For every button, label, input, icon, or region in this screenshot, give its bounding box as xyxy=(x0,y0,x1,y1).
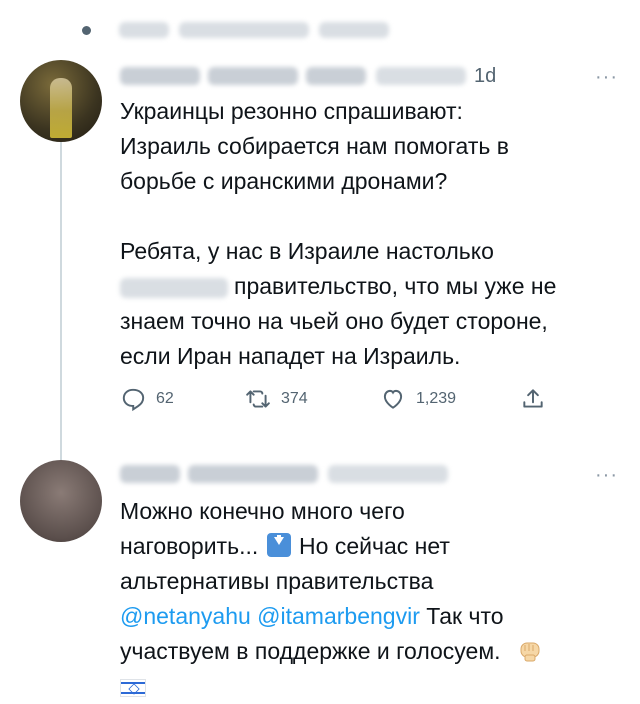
tweet-line: @netanyahu @itamarbengvir Так что xyxy=(120,599,620,634)
mention-link[interactable]: @itamarbengvir xyxy=(257,603,420,629)
tweet-actions: 62 374 1,239 xyxy=(120,384,560,414)
tweet-text: Украинцы резонно спрашивают: Израиль соб… xyxy=(120,94,620,374)
redacted-name xyxy=(119,22,169,38)
avatar[interactable] xyxy=(20,60,102,142)
tweet-line: если Иран нападет на Израиль. xyxy=(120,343,461,369)
redacted-display-name[interactable] xyxy=(208,67,298,85)
tweet-line: борьбе с иранскими дронами? xyxy=(120,168,448,194)
share-button[interactable] xyxy=(520,386,556,412)
tweet-line xyxy=(120,669,620,704)
tweet-line: альтернативы правительства xyxy=(120,568,434,594)
fist-emoji-icon xyxy=(520,642,540,662)
tweet-line: знаем точно на чьей оно будет стороне, xyxy=(120,308,548,334)
reply-dot-icon xyxy=(82,25,91,35)
retweet-button[interactable]: 374 xyxy=(245,386,380,412)
redacted-handle[interactable] xyxy=(376,67,466,85)
tweet-text: Можно конечно много чего наговорить... Н… xyxy=(120,494,620,704)
share-icon xyxy=(523,389,543,408)
redacted-display-name[interactable] xyxy=(188,465,318,483)
like-count: 1,239 xyxy=(416,390,457,407)
tweet-line: Ребята, у нас в Израиле настолько xyxy=(120,238,494,264)
more-options-icon[interactable]: ··· xyxy=(595,464,618,487)
reply-icon xyxy=(122,388,145,412)
redacted-handle[interactable] xyxy=(328,465,448,483)
tweet-header: 1d xyxy=(120,64,496,88)
retweet-count: 374 xyxy=(281,390,308,407)
tweet-line: Израиль собирается нам помогать в xyxy=(120,133,509,159)
tweet-line-text: правительство, что мы уже не xyxy=(234,273,557,299)
tweet-line-text: наговорить... xyxy=(120,533,259,559)
tweet-line-text: Так что xyxy=(426,603,504,629)
more-options-icon[interactable]: ··· xyxy=(595,66,618,89)
retweet-icon xyxy=(246,390,270,408)
tweet-header xyxy=(120,462,448,486)
like-button[interactable]: 1,239 xyxy=(380,386,520,412)
redacted-display-name[interactable] xyxy=(120,67,200,85)
heart-icon xyxy=(383,389,403,409)
thread-line xyxy=(60,140,62,460)
mention-link[interactable]: @netanyahu xyxy=(120,603,251,629)
tweet-line: Можно конечно много чего xyxy=(120,498,405,524)
avatar[interactable] xyxy=(20,460,102,542)
tweet-time[interactable]: 1d xyxy=(474,65,496,88)
tweet-line-text: Но сейчас нет xyxy=(299,533,450,559)
reply-button[interactable]: 62 xyxy=(120,386,245,412)
tweet-line: Украинцы резонно спрашивают: xyxy=(120,98,463,124)
tweet-line: наговорить... Но сейчас нет xyxy=(120,529,620,564)
redacted-display-name[interactable] xyxy=(120,465,180,483)
redacted-word xyxy=(120,277,228,298)
redacted-name xyxy=(179,22,309,38)
reply-count: 62 xyxy=(156,390,174,407)
tweet-line: участвуем в поддержке и голосуем. xyxy=(120,634,620,669)
redacted-display-name[interactable] xyxy=(306,67,366,85)
israel-flag-emoji-icon xyxy=(120,678,146,697)
redacted-text xyxy=(319,22,389,38)
tweet-line-text: участвуем в поддержке и голосуем. xyxy=(120,638,501,664)
down-arrow-emoji-icon xyxy=(266,533,291,557)
tweet-line: правительство, что мы уже не xyxy=(120,269,620,304)
retweet-indicator xyxy=(82,22,389,38)
